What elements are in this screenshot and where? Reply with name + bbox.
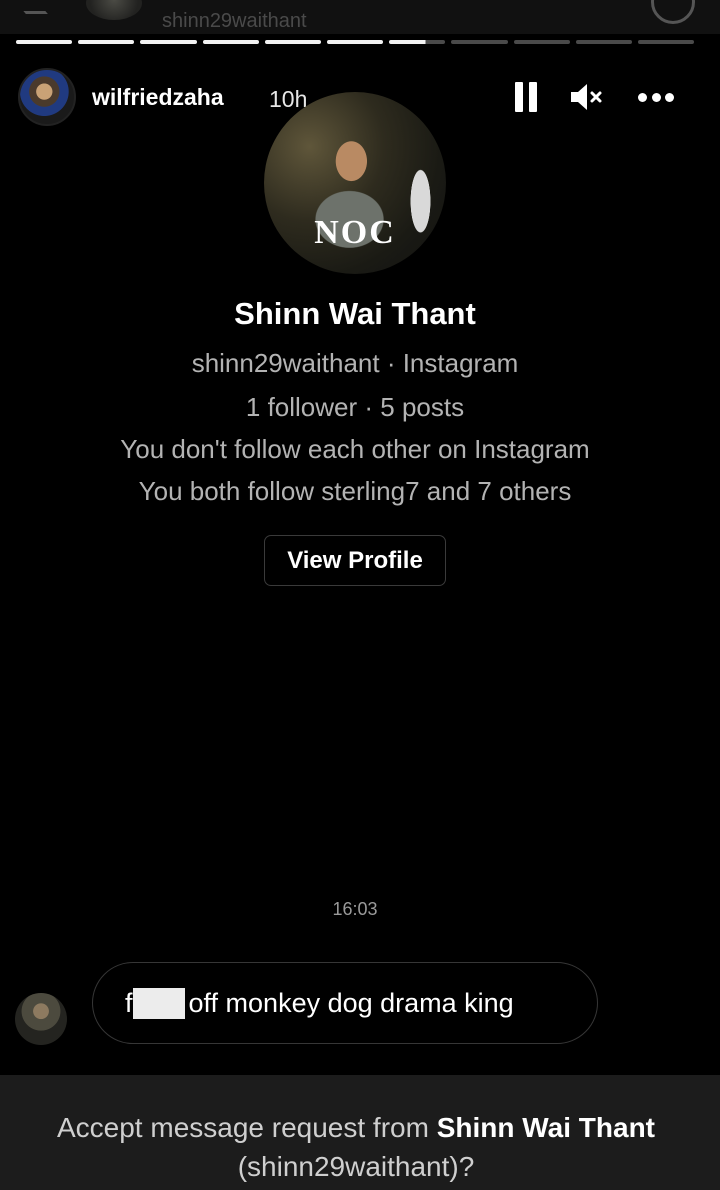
profile-display-name: Shinn Wai Thant	[234, 296, 476, 331]
pause-icon[interactable]	[513, 82, 539, 112]
message-rest: off monkey dog drama king	[188, 988, 514, 1018]
overlay-username: shinn29waithant	[162, 10, 307, 32]
request-prefix: Accept message request from	[56, 1112, 437, 1143]
back-arrow-icon[interactable]	[14, 0, 48, 14]
profile-stats-line: 1 follower · 5 posts	[245, 392, 465, 422]
photo-logo: NOC	[314, 214, 396, 251]
redaction-box	[132, 988, 185, 1019]
more-dots-icon[interactable]	[638, 93, 674, 103]
story-author-avatar[interactable]	[18, 68, 76, 126]
progress-segment	[326, 40, 384, 44]
message-request-bar: Accept message request from Shinn Wai Th…	[0, 1075, 720, 1190]
top-overlay: shinn29waithant	[0, 0, 720, 34]
mutual-follow-line: You both follow sterling7 and 7 others	[138, 476, 572, 506]
overlay-avatar	[86, 0, 142, 20]
message-prefix: f	[125, 988, 133, 1018]
profile-handle-line: shinn29waithant · Instagram	[191, 348, 519, 378]
request-handle: (shinn29waithant)?	[237, 1151, 475, 1182]
sender-avatar[interactable]	[15, 993, 67, 1045]
progress-segment	[575, 40, 632, 44]
progress-segment	[637, 40, 695, 44]
progress-segment	[264, 40, 321, 44]
progress-segment	[78, 40, 135, 44]
profile-photo[interactable]: NOC	[264, 92, 446, 274]
message-timestamp: 16:03	[332, 899, 378, 919]
speaker-mute-icon[interactable]	[569, 81, 605, 113]
story-progress-bar	[16, 40, 695, 44]
message-request-text: Accept message request from Shinn Wai Th…	[0, 1108, 712, 1186]
follow-status-line: You don't follow each other on Instagram	[120, 434, 590, 464]
info-icon[interactable]	[651, 0, 695, 24]
request-name: Shinn Wai Thant	[436, 1112, 655, 1143]
progress-segment	[451, 40, 508, 44]
story-username[interactable]: wilfriedzaha	[92, 84, 224, 111]
view-profile-button[interactable]: View Profile	[264, 535, 446, 586]
progress-segment	[202, 40, 259, 44]
message-text: f off monkey dog drama king	[125, 988, 514, 1019]
message-bubble[interactable]: f off monkey dog drama king	[92, 962, 598, 1044]
progress-segment	[140, 40, 197, 44]
progress-segment	[16, 40, 73, 44]
progress-segment	[513, 40, 570, 44]
progress-segment	[389, 40, 446, 44]
